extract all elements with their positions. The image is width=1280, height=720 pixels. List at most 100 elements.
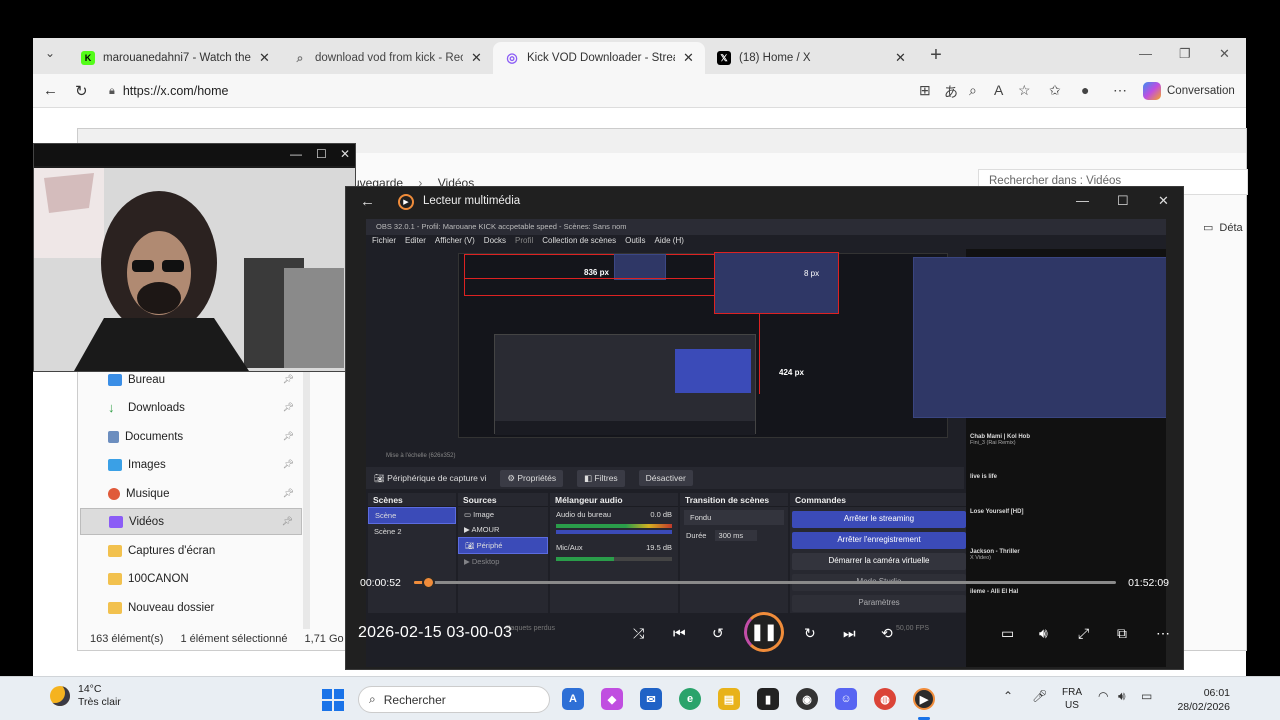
video-frame[interactable]: OBS 32.0.1 - Profil: Marouane KICK accpe… bbox=[366, 219, 1166, 667]
pause-button[interactable]: ❚❚ bbox=[744, 612, 784, 652]
taskbar-app-chrome-icon[interactable]: ◍ bbox=[874, 688, 896, 710]
subtitles-icon[interactable]: ▭ bbox=[1001, 625, 1014, 642]
volume-icon[interactable]: 🔊︎ bbox=[1118, 689, 1126, 704]
obs-menu-item: Docks bbox=[483, 236, 507, 245]
back-arrow-icon[interactable]: ← bbox=[43, 82, 58, 99]
pin-icon[interactable]: 📌︎ bbox=[283, 402, 294, 413]
language-indicator[interactable]: FRA US bbox=[1062, 686, 1082, 712]
tab-kick-downloader[interactable]: ◎ Kick VOD Downloader - Streams Cl ✕ bbox=[493, 42, 705, 74]
image-icon bbox=[108, 458, 122, 471]
tray-chevron-icon[interactable]: ⌃ bbox=[1003, 689, 1013, 703]
nav-item-videos[interactable]: Vidéos 📌︎ bbox=[80, 508, 302, 535]
microphone-icon[interactable]: 🎤︎ bbox=[1032, 689, 1047, 703]
zoom-icon[interactable]: ⌕ bbox=[969, 82, 977, 99]
minimize-icon[interactable]: — bbox=[1076, 193, 1089, 208]
mini-player-icon[interactable]: ⧉ bbox=[1117, 625, 1127, 642]
tab-search[interactable]: ⌕ download vod from kick - Recherch ✕ bbox=[281, 42, 493, 74]
transition-select: Fondu bbox=[684, 510, 784, 525]
nav-label: Images bbox=[128, 458, 166, 471]
pin-icon[interactable]: 📌︎ bbox=[282, 516, 293, 527]
close-window-icon[interactable]: ✕ bbox=[1219, 46, 1230, 62]
seek-bar[interactable] bbox=[414, 576, 1116, 589]
taskbar-search[interactable]: ⌕ Rechercher bbox=[358, 686, 550, 713]
details-button[interactable]: ▭ Déta bbox=[1203, 221, 1243, 234]
weather-widget[interactable]: 14°C Très clair bbox=[50, 683, 121, 709]
tab-kick-vod[interactable]: K marouanedahni7 - Watch the VOD ✕ bbox=[69, 42, 281, 74]
clock-date: 28/02/2026 bbox=[1177, 701, 1230, 713]
copilot-icon bbox=[1143, 82, 1161, 100]
volume-icon[interactable]: 🔊︎ bbox=[1039, 625, 1048, 642]
region-code: US bbox=[1065, 700, 1079, 711]
close-icon[interactable]: ✕ bbox=[1158, 193, 1169, 209]
downloader-favicon-icon: ◎ bbox=[506, 50, 518, 65]
nav-item-musique[interactable]: Musique 📌︎ bbox=[80, 480, 302, 507]
maximize-icon[interactable]: ☐ bbox=[316, 147, 327, 161]
maximize-icon[interactable]: ❐ bbox=[1179, 46, 1191, 62]
tab-close-icon[interactable]: ✕ bbox=[895, 50, 907, 66]
stop-streaming-button: Arrêter le streaming bbox=[792, 511, 966, 528]
webcam-window[interactable]: — ☐ ✕ bbox=[33, 143, 356, 372]
tab-close-icon[interactable]: ✕ bbox=[471, 50, 483, 66]
favorite-star-icon[interactable]: ☆ bbox=[1018, 82, 1031, 99]
repeat-off-icon[interactable]: ⟲ bbox=[881, 625, 893, 642]
next-icon[interactable]: ⏭ bbox=[843, 625, 856, 642]
minimize-icon[interactable]: — bbox=[290, 147, 302, 161]
nav-item-captures[interactable]: Captures d'écran bbox=[80, 537, 302, 564]
clock[interactable]: 06:01 28/02/2026 bbox=[1177, 686, 1230, 714]
webcam-titlebar[interactable]: — ☐ ✕ bbox=[34, 144, 355, 166]
close-icon[interactable]: ✕ bbox=[340, 147, 350, 161]
taskbar-app-media-player-icon[interactable]: ▶ bbox=[913, 688, 935, 710]
pin-icon[interactable]: 📌︎ bbox=[283, 488, 294, 499]
shuffle-icon[interactable]: ⤮ bbox=[633, 625, 644, 642]
pin-icon[interactable]: 📌︎ bbox=[283, 459, 294, 470]
nav-label: Vidéos bbox=[129, 515, 164, 528]
more-menu-icon[interactable]: ⋯ bbox=[1113, 82, 1127, 99]
taskbar-app-discord-icon[interactable]: ☺ bbox=[835, 688, 857, 710]
profile-avatar-icon[interactable]: ● bbox=[1081, 82, 1089, 98]
pin-icon[interactable]: 📌︎ bbox=[283, 374, 294, 385]
tab-close-icon[interactable]: ✕ bbox=[259, 50, 271, 66]
app-view-icon[interactable]: ⊞ bbox=[919, 82, 931, 99]
nav-item-100canon[interactable]: 100CANON bbox=[80, 565, 302, 592]
more-options-icon[interactable]: ⋯ bbox=[1156, 625, 1170, 642]
pin-icon[interactable]: 📌︎ bbox=[283, 431, 294, 442]
taskbar-app-files-icon[interactable]: ▤ bbox=[718, 688, 740, 710]
video-icon bbox=[109, 515, 123, 528]
translate-icon[interactable]: あ bbox=[944, 82, 958, 102]
read-aloud-icon[interactable]: A bbox=[994, 82, 1003, 98]
skip-back-10-icon[interactable]: ↺ bbox=[712, 625, 724, 642]
nav-item-downloads[interactable]: ↓ Downloads 📌︎ bbox=[80, 394, 302, 421]
favorites-icon[interactable]: ✩ bbox=[1049, 82, 1061, 99]
seek-thumb[interactable] bbox=[422, 576, 435, 589]
url-field[interactable]: 🔒︎ https://x.com/home bbox=[103, 79, 863, 103]
start-button[interactable] bbox=[322, 689, 344, 711]
nav-item-images[interactable]: Images 📌︎ bbox=[80, 451, 302, 478]
taskbar-app-outlook-icon[interactable]: ✉ bbox=[640, 688, 662, 710]
taskbar-app-obs-icon[interactable]: ◉ bbox=[796, 688, 818, 710]
minimize-icon[interactable]: — bbox=[1139, 46, 1152, 61]
nav-scrollbar[interactable] bbox=[303, 359, 310, 629]
fullscreen-icon[interactable]: ⤢ bbox=[1078, 625, 1089, 642]
battery-icon[interactable]: ▭ bbox=[1141, 689, 1152, 703]
tab-list-chevron-icon[interactable]: ⌄ bbox=[37, 46, 63, 66]
taskbar-app-edge-icon[interactable]: e bbox=[679, 688, 701, 710]
tab-x-home[interactable]: 𝕏 (18) Home / X ✕ bbox=[705, 42, 917, 74]
tab-close-icon[interactable]: ✕ bbox=[683, 50, 695, 66]
nav-label: Downloads bbox=[128, 401, 185, 414]
taskbar-app-copilot-icon[interactable]: ◆ bbox=[601, 688, 623, 710]
refresh-icon[interactable]: ↻ bbox=[75, 82, 88, 100]
wifi-icon[interactable]: ◠ bbox=[1098, 689, 1108, 703]
taskbar-app-audio-editor-icon[interactable]: ▮ bbox=[757, 688, 779, 710]
nav-label: Documents bbox=[125, 430, 184, 443]
nav-item-documents[interactable]: Documents 📌︎ bbox=[80, 423, 302, 450]
current-time: 00:00:52 bbox=[360, 577, 401, 589]
copilot-button[interactable]: Conversation bbox=[1143, 79, 1235, 103]
nav-item-nouveau-dossier[interactable]: Nouveau dossier bbox=[80, 594, 302, 621]
back-arrow-icon[interactable]: ← bbox=[360, 193, 375, 210]
previous-icon[interactable]: ⏮ bbox=[673, 625, 686, 642]
new-tab-plus-icon[interactable]: + bbox=[923, 44, 949, 67]
skip-forward-30-icon[interactable]: ↻ bbox=[804, 625, 816, 642]
maximize-icon[interactable]: ☐ bbox=[1117, 193, 1129, 209]
taskbar-app-visual-studio-icon[interactable]: A bbox=[562, 688, 584, 710]
scenes-dock: Scènes Scène Scène 2 bbox=[368, 493, 456, 613]
